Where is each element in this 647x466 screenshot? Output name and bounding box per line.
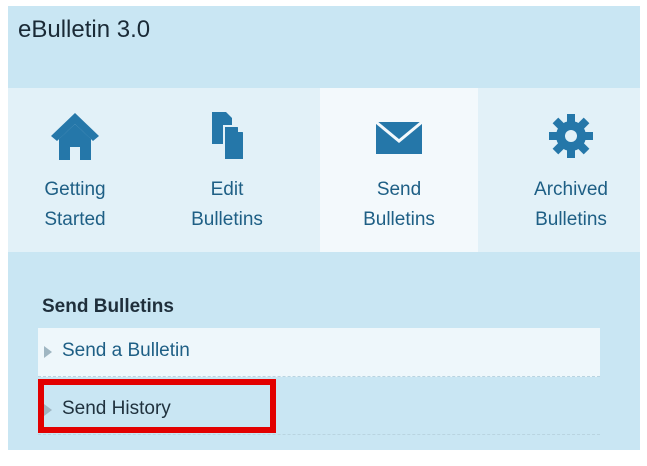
section-title: Send Bulletins (42, 296, 174, 317)
home-icon (48, 110, 102, 162)
nav-label-line2: Bulletins (191, 209, 263, 230)
nav-label-line1: Send (376, 179, 422, 200)
app-panel: eBulletin 3.0 Getting Started Edit Bulle… (8, 6, 640, 450)
nav-label-line1: Archived (534, 179, 608, 200)
nav-item-edit-bulletins[interactable]: Edit Bulletins (160, 88, 294, 252)
menu-item-label: Send a Bulletin (62, 340, 190, 361)
menu-item-send-history[interactable]: Send History (38, 386, 600, 435)
nav-label-line1: Edit (210, 179, 244, 200)
nav-item-getting-started[interactable]: Getting Started (8, 88, 142, 252)
nav-label-line2: Bulletins (363, 209, 435, 230)
nav-item-archived-bulletins[interactable]: Archived Bulletins (502, 88, 640, 252)
caret-right-icon (44, 404, 52, 416)
app-title: eBulletin 3.0 (18, 16, 151, 43)
nav-label-line2: Bulletins (535, 209, 607, 230)
main-nav: Getting Started Edit Bulletins Send Bull… (8, 88, 640, 252)
envelope-icon (372, 110, 426, 162)
documents-icon (200, 110, 254, 162)
nav-label-line2: Started (44, 209, 106, 230)
caret-right-icon (44, 346, 52, 358)
nav-label-line1: Getting (44, 179, 106, 200)
nav-item-send-bulletins[interactable]: Send Bulletins (320, 88, 478, 252)
menu-item-label: Send History (62, 398, 171, 419)
menu-item-send-a-bulletin[interactable]: Send a Bulletin (38, 328, 600, 377)
gear-icon (544, 110, 598, 162)
